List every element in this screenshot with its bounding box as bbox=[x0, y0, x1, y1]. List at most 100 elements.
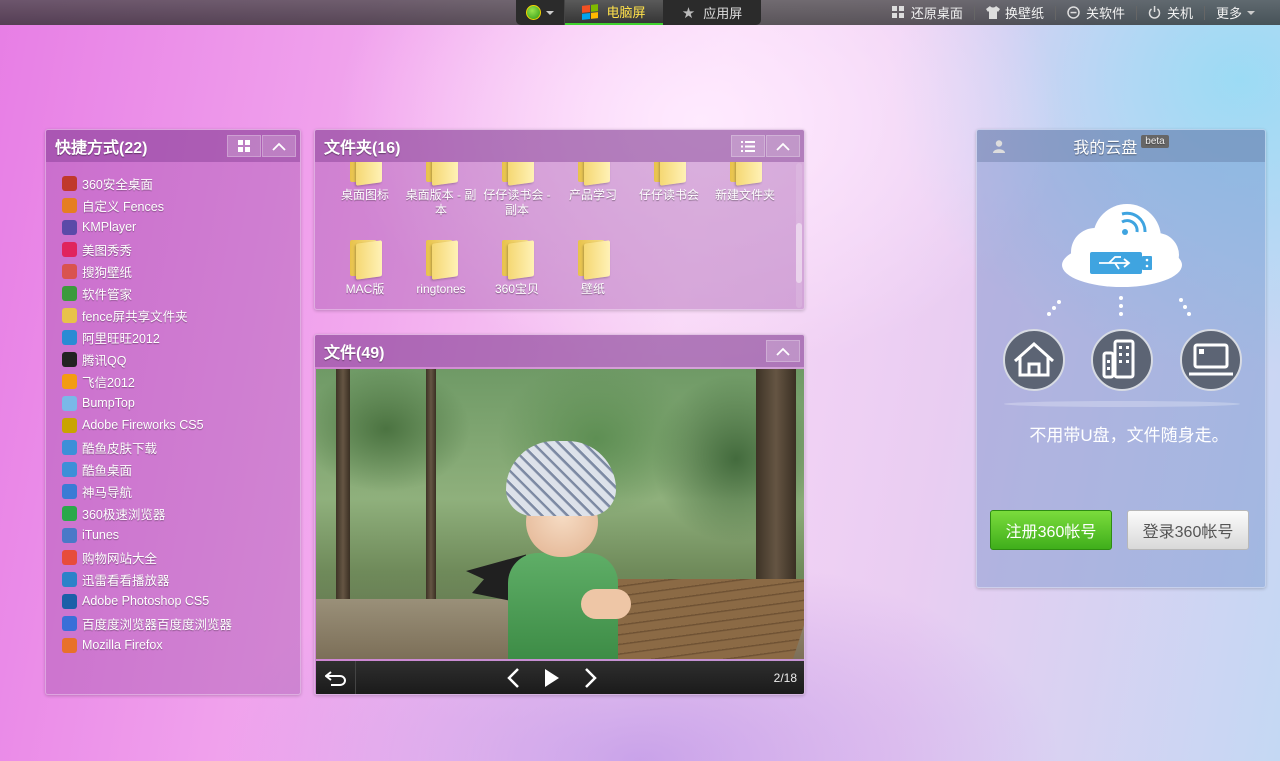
chevron-up-icon bbox=[776, 347, 790, 356]
folder-label: 产品学习 bbox=[568, 188, 617, 202]
sync-dots bbox=[1047, 296, 1191, 316]
shortcut-item[interactable]: 搜狗壁纸 bbox=[62, 260, 300, 282]
shortcut-label: iTunes bbox=[82, 528, 120, 542]
shortcut-label: 迅雷看看播放器 bbox=[82, 573, 170, 588]
star-icon: ★ bbox=[681, 4, 696, 22]
shortcut-item[interactable]: Adobe Photoshop CS5 bbox=[62, 590, 300, 612]
previous-button[interactable] bbox=[506, 667, 520, 689]
app-icon bbox=[62, 373, 77, 389]
shortcut-item[interactable]: fence屏共享文件夹 bbox=[62, 304, 300, 326]
shortcut-item[interactable]: 神马导航 bbox=[62, 480, 300, 502]
folder-item[interactable]: 360宝贝 bbox=[480, 238, 554, 297]
app-icon bbox=[62, 197, 77, 213]
shortcut-item[interactable]: 自定义 Fences bbox=[62, 194, 300, 216]
app-icon bbox=[62, 593, 77, 609]
shutdown-button[interactable]: 关机 bbox=[1137, 0, 1204, 25]
play-button[interactable] bbox=[544, 668, 560, 688]
icon-view-button[interactable] bbox=[227, 135, 261, 157]
shortcut-label: 购物网站大全 bbox=[82, 551, 158, 566]
shortcut-item[interactable]: 购物网站大全 bbox=[62, 546, 300, 568]
collapse-button[interactable] bbox=[766, 135, 800, 157]
shutdown-label: 关机 bbox=[1166, 6, 1193, 21]
tab-computer-screen[interactable]: 电脑屏 bbox=[565, 0, 663, 25]
folder-item[interactable]: 桌面版本 - 副本 bbox=[404, 162, 478, 218]
shortcut-item[interactable]: Mozilla Firefox bbox=[62, 634, 300, 656]
return-arrow-icon bbox=[324, 671, 346, 686]
back-button[interactable] bbox=[316, 661, 356, 694]
shortcut-item[interactable]: 360极速浏览器 bbox=[62, 502, 300, 524]
next-button[interactable] bbox=[584, 667, 598, 689]
folder-item[interactable]: 仔仔读书会 - 副本 bbox=[480, 162, 554, 218]
folder-item[interactable]: ringtones bbox=[404, 238, 478, 297]
shortcut-item[interactable]: 软件管家 bbox=[62, 282, 300, 304]
shortcut-item[interactable]: 飞信2012 bbox=[62, 370, 300, 392]
folder-label: 360宝贝 bbox=[494, 282, 540, 296]
chevron-down-icon bbox=[1247, 10, 1255, 15]
folder-icon bbox=[576, 162, 610, 186]
viewer-controls: 2/18 bbox=[316, 661, 804, 694]
shortcut-item[interactable]: iTunes bbox=[62, 524, 300, 546]
photo-preview[interactable] bbox=[316, 369, 804, 659]
tab-app-screen[interactable]: ★ 应用屏 bbox=[663, 0, 761, 25]
app-icon bbox=[62, 307, 77, 323]
list-view-button[interactable] bbox=[731, 135, 765, 157]
folder-label: ringtones bbox=[416, 282, 466, 296]
home-device-icon bbox=[1003, 329, 1065, 391]
shortcut-item[interactable]: 酷鱼皮肤下载 bbox=[62, 436, 300, 458]
app-icon bbox=[62, 395, 77, 411]
login-button[interactable]: 登录360帐号 bbox=[1127, 510, 1249, 550]
child-hands bbox=[581, 589, 631, 619]
shortcut-list: 360安全桌面自定义 Fences KMPlayer 美图秀秀 搜狗壁纸 软件管家 fen… bbox=[46, 162, 300, 656]
collapse-button[interactable] bbox=[262, 135, 296, 157]
360-logo-icon bbox=[526, 5, 541, 20]
shortcut-label: 酷鱼桌面 bbox=[82, 463, 133, 478]
folder-label: 仔仔读书会 - 副本 bbox=[483, 188, 551, 217]
shortcut-item[interactable]: Adobe Fireworks CS5 bbox=[62, 414, 300, 436]
shortcut-item[interactable]: 美图秀秀 bbox=[62, 238, 300, 260]
app-icon bbox=[62, 483, 77, 499]
folder-item[interactable]: 仔仔读书会 bbox=[632, 162, 706, 203]
shortcut-item[interactable]: 迅雷看看播放器 bbox=[62, 568, 300, 590]
app-icon bbox=[62, 263, 77, 279]
laptop-device-icon bbox=[1180, 329, 1242, 391]
shortcut-item[interactable]: 酷鱼桌面 bbox=[62, 458, 300, 480]
register-button[interactable]: 注册360帐号 bbox=[990, 510, 1112, 550]
app-icon bbox=[62, 285, 77, 301]
folder-item[interactable]: 产品学习 bbox=[556, 162, 630, 203]
power-icon bbox=[1148, 6, 1162, 20]
shortcut-label: 360极速浏览器 bbox=[82, 507, 166, 522]
shortcut-item[interactable]: 360安全桌面 bbox=[62, 172, 300, 194]
folder-item[interactable]: 桌面图标 bbox=[328, 162, 402, 203]
shortcut-label: 自定义 Fences bbox=[82, 199, 164, 214]
shortcut-label: 阿里旺旺2012 bbox=[82, 331, 160, 346]
shortcut-label: 腾讯QQ bbox=[82, 353, 127, 368]
app-icon bbox=[62, 461, 77, 477]
more-button[interactable]: 更多 bbox=[1205, 0, 1266, 25]
app-icon bbox=[62, 417, 77, 433]
shortcut-item[interactable]: 阿里旺旺2012 bbox=[62, 326, 300, 348]
restore-desktop-button[interactable]: 还原桌面 bbox=[881, 0, 974, 25]
shortcut-item[interactable]: 腾讯QQ bbox=[62, 348, 300, 370]
shortcut-label: BumpTop bbox=[82, 396, 135, 410]
collapse-button[interactable] bbox=[766, 340, 800, 362]
folders-scrollbar[interactable] bbox=[796, 163, 802, 308]
folders-header: 文件夹(16) bbox=[315, 130, 804, 162]
shortcut-item[interactable]: KMPlayer bbox=[62, 216, 300, 238]
app-icon bbox=[62, 219, 77, 235]
folder-icon bbox=[348, 162, 382, 186]
folder-icon bbox=[424, 238, 458, 280]
folder-item[interactable]: MAC版 bbox=[328, 238, 402, 297]
shortcut-item[interactable]: BumpTop bbox=[62, 392, 300, 414]
shortcuts-header: 快捷方式(22) bbox=[46, 130, 300, 162]
folder-item[interactable]: 新建文件夹 bbox=[708, 162, 782, 203]
close-software-button[interactable]: 关软件 bbox=[1056, 0, 1136, 25]
scroll-thumb[interactable] bbox=[796, 223, 802, 283]
folder-item[interactable]: 壁纸 bbox=[556, 238, 630, 297]
360-menu-button[interactable] bbox=[516, 0, 565, 25]
shortcut-item[interactable]: 百度度浏览器百度度浏览器 bbox=[62, 612, 300, 634]
folder-icon bbox=[576, 238, 610, 280]
app-icon bbox=[62, 241, 77, 257]
panel-title: 文件夹(16) bbox=[324, 140, 401, 157]
shortcut-label: 神马导航 bbox=[82, 485, 133, 500]
change-wallpaper-button[interactable]: 换壁纸 bbox=[975, 0, 1055, 25]
